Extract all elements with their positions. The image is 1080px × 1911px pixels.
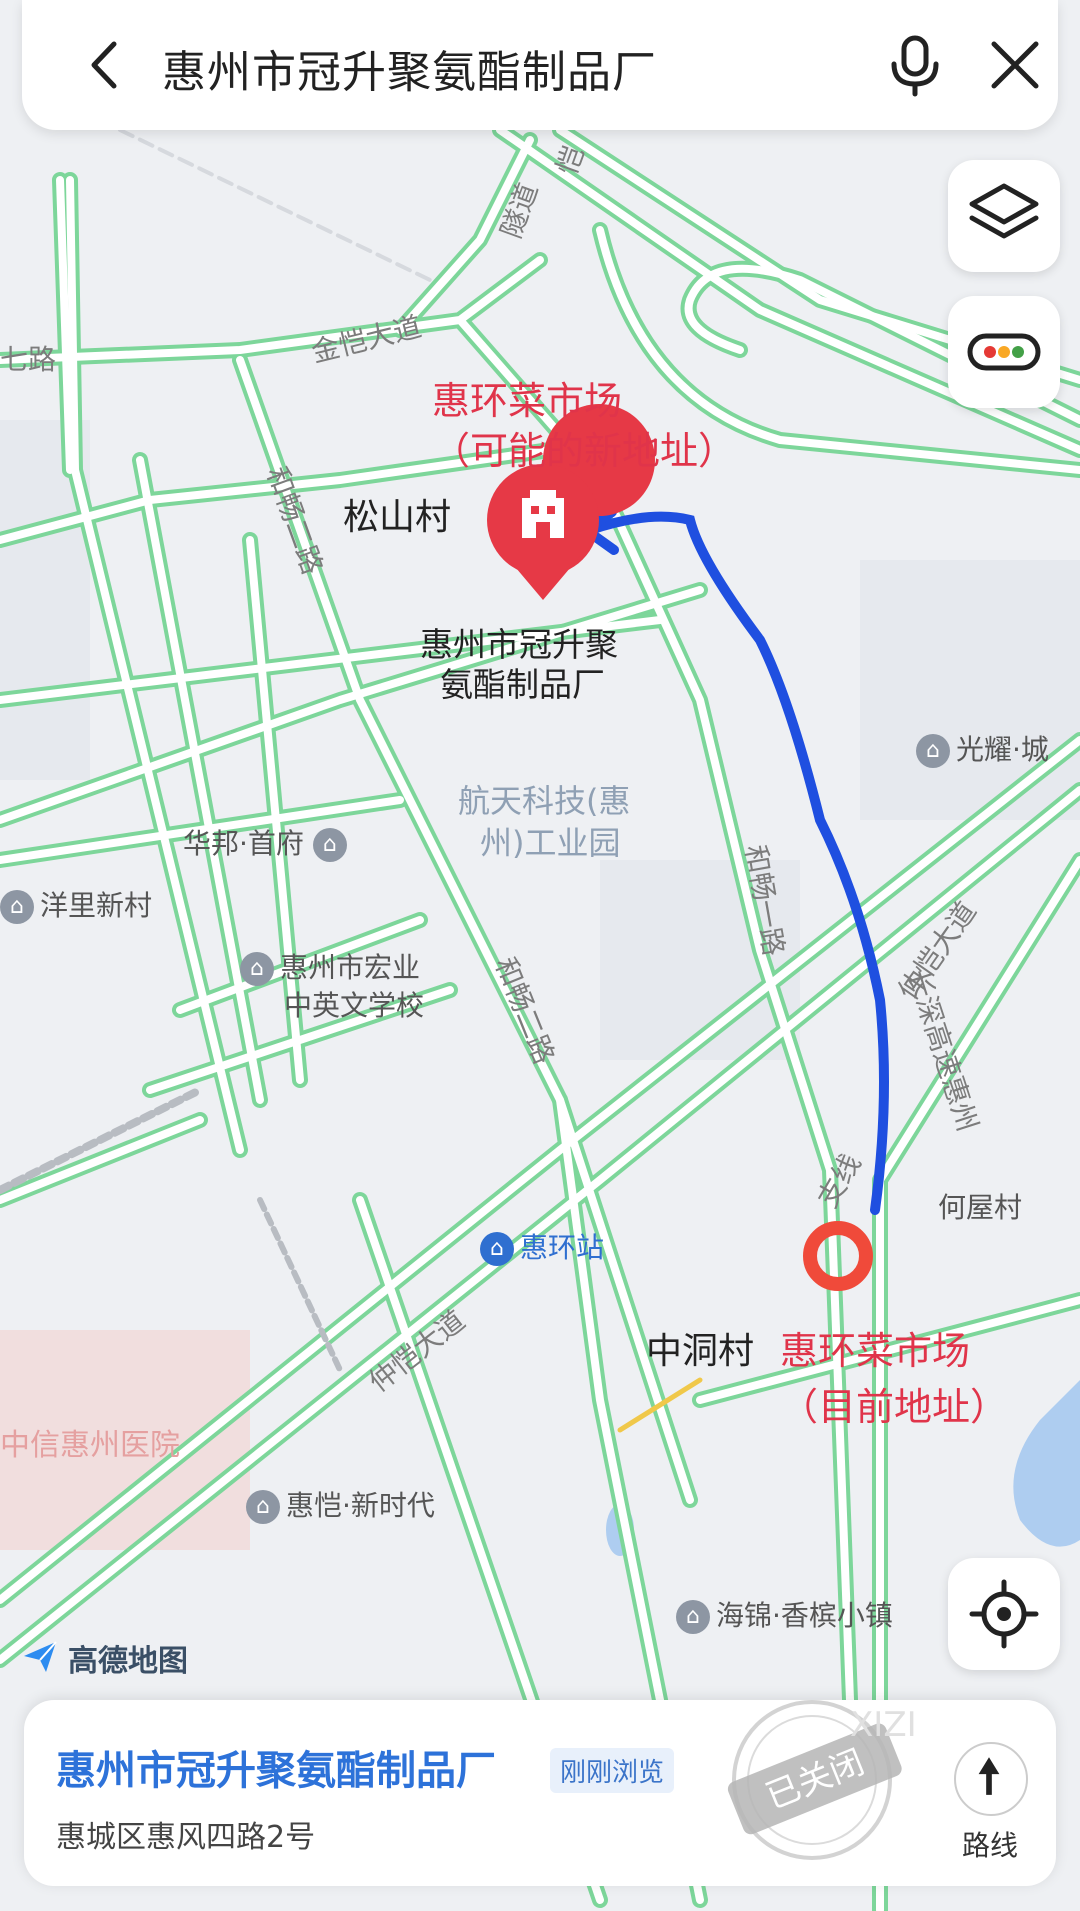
- label-market-current-line1: 惠环菜市场: [780, 1329, 971, 1373]
- poi-building-icon: [312, 828, 347, 862]
- close-icon[interactable]: [982, 32, 1048, 98]
- poi-label: 惠州市宏业: [280, 951, 421, 984]
- poi-hongye-school[interactable]: 惠州市宏业: [240, 946, 420, 986]
- label-market-new-address-line1: 惠环菜市场: [432, 379, 623, 423]
- poi-building-icon: [916, 734, 950, 768]
- label-zhongdong-village: 中洞村: [646, 1331, 755, 1372]
- poi-label: 洋里新村: [40, 889, 153, 922]
- label-market-new-address-line2: （可能的新地址）: [432, 429, 737, 473]
- layers-button[interactable]: [948, 160, 1060, 272]
- amap-logo-icon: [24, 1641, 57, 1672]
- label-target-factory-line2[interactable]: 氨酯制品厂: [440, 658, 605, 706]
- poi-label: 光耀·城: [956, 733, 1049, 766]
- layers-icon: [969, 183, 1039, 239]
- place-title[interactable]: 惠州市冠升聚氨酯制品厂: [56, 1738, 496, 1796]
- metro-station-huanhuan[interactable]: 惠环站: [480, 1226, 604, 1266]
- chevron-left-icon[interactable]: [70, 30, 140, 100]
- poi-label: 华邦·首府: [183, 827, 304, 860]
- locate-icon: [969, 1579, 1039, 1649]
- poi-huikai-new-era[interactable]: 惠恺·新时代: [246, 1484, 435, 1524]
- road-label-seven-road: 七路: [0, 343, 57, 376]
- poi-haijin-champagne-town[interactable]: 海锦·香槟小镇: [676, 1594, 893, 1634]
- poi-yangli-village[interactable]: 洋里新村: [0, 884, 152, 924]
- label-aerospace-park-line1: 航天科技(惠: [458, 782, 631, 820]
- school-icon: [240, 952, 274, 986]
- poi-building-icon: [0, 890, 34, 924]
- route-label[interactable]: 路线: [962, 1824, 1018, 1864]
- poi-label: 海锦·香槟小镇: [716, 1599, 893, 1632]
- map-logo-text: 高德地图: [68, 1644, 188, 1679]
- poi-guangyao-city[interactable]: 光耀·城: [916, 728, 1049, 768]
- closed-stamp-icon: 已关闭 XIZI: [727, 1700, 917, 1860]
- search-input[interactable]: 惠州市冠升聚氨酯制品厂: [162, 36, 657, 100]
- recently-viewed-badge: 刚刚浏览: [550, 1748, 675, 1793]
- label-citic-hospital: 中信惠州医院: [0, 1428, 180, 1463]
- label-market-current-line2: （目前地址）: [780, 1385, 1009, 1429]
- poi-label: 惠环站: [520, 1231, 605, 1264]
- route-button[interactable]: [954, 1742, 1028, 1816]
- route-arrow-icon: [978, 1757, 1000, 1795]
- locate-button[interactable]: [948, 1558, 1060, 1670]
- label-songshan-village: 松山村: [343, 497, 452, 538]
- poi-building-icon: [246, 1490, 280, 1524]
- traffic-light-icon: [967, 333, 1041, 371]
- poi-hongye-school-line2: 中英文学校: [284, 989, 425, 1022]
- label-aerospace-park-line2: 州)工业园: [480, 824, 621, 862]
- poi-building-icon: [676, 1600, 710, 1634]
- microphone-icon[interactable]: [882, 32, 948, 98]
- watermark-text: XIZI: [850, 1705, 917, 1745]
- metro-icon: [480, 1232, 514, 1266]
- poi-label: 惠恺·新时代: [286, 1489, 435, 1522]
- poi-huabang[interactable]: 华邦·首府: [183, 822, 353, 862]
- traffic-button[interactable]: [948, 296, 1060, 408]
- place-address: 惠城区惠风四路2号: [56, 1820, 316, 1855]
- label-hewu-village: 何屋村: [938, 1191, 1023, 1224]
- search-bar[interactable]: 惠州市冠升聚氨酯制品厂: [22, 0, 1058, 130]
